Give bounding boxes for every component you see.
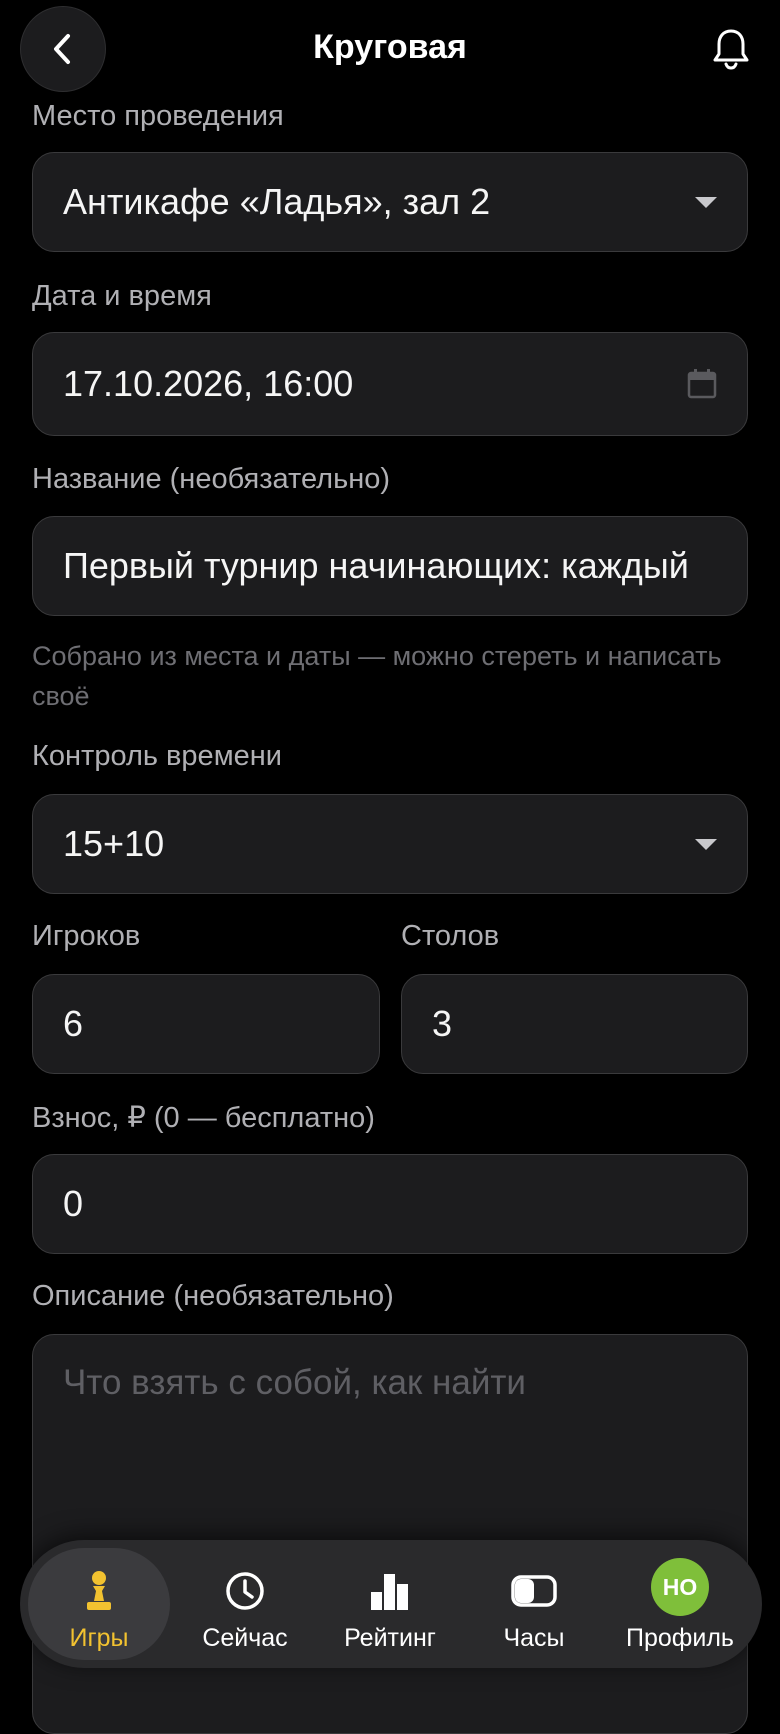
players-label: Игроков bbox=[32, 920, 141, 952]
bar-chart-icon bbox=[367, 1568, 413, 1614]
fee-value: 0 bbox=[63, 1183, 84, 1224]
tab-clock[interactable]: Часы bbox=[464, 1540, 604, 1668]
description-label: Описание (необязательно) bbox=[32, 1280, 394, 1312]
tab-bar: Игры Сейчас Рейтинг Часы НО Профиль bbox=[20, 1540, 762, 1668]
calendar-icon[interactable] bbox=[687, 369, 717, 399]
time-control-label: Контроль времени bbox=[32, 740, 282, 772]
notifications-button[interactable] bbox=[706, 24, 756, 74]
tab-clock-label: Часы bbox=[503, 1624, 565, 1652]
tab-games-label: Игры bbox=[69, 1624, 129, 1652]
tables-label: Столов bbox=[401, 920, 500, 952]
tables-input[interactable]: 3 bbox=[401, 974, 748, 1074]
top-bar: Круговая bbox=[0, 0, 780, 100]
tab-rating-label: Рейтинг bbox=[344, 1624, 436, 1652]
tab-rating[interactable]: Рейтинг bbox=[320, 1540, 460, 1668]
venue-label: Место проведения bbox=[32, 100, 284, 132]
players-value: 6 bbox=[63, 1003, 84, 1044]
page-title: Круговая bbox=[313, 28, 467, 66]
description-textarea[interactable]: Что взять с собой, как найти bbox=[32, 1334, 748, 1734]
bell-icon bbox=[713, 29, 749, 70]
datetime-value: 17.10.2026, 16:00 bbox=[63, 363, 354, 404]
clock-icon bbox=[222, 1568, 268, 1614]
tab-profile[interactable]: НО Профиль bbox=[610, 1540, 750, 1668]
tab-now-label: Сейчас bbox=[202, 1624, 288, 1652]
time-control-select[interactable]: 15+10 bbox=[32, 794, 748, 894]
venue-value: Антикафе «Ладья», зал 2 bbox=[63, 181, 491, 222]
name-value: Первый турнир начинающих: каждый bbox=[63, 545, 689, 586]
tab-now[interactable]: Сейчас bbox=[175, 1540, 315, 1668]
chess-clock-icon bbox=[511, 1568, 557, 1614]
tables-value: 3 bbox=[432, 1003, 453, 1044]
description-placeholder: Что взять с собой, как найти bbox=[63, 1363, 526, 1402]
name-hint: Собрано из места и даты — можно стереть … bbox=[32, 641, 722, 711]
datetime-label: Дата и время bbox=[32, 280, 212, 312]
tab-games[interactable]: Игры bbox=[29, 1540, 169, 1668]
dropdown-arrow-icon bbox=[695, 838, 717, 850]
time-control-value: 15+10 bbox=[63, 823, 165, 864]
players-input[interactable]: 6 bbox=[32, 974, 380, 1074]
pawn-icon bbox=[76, 1568, 122, 1614]
tab-profile-label: Профиль bbox=[626, 1624, 734, 1652]
name-input[interactable]: Первый турнир начинающих: каждый bbox=[32, 516, 748, 616]
datetime-input[interactable]: 17.10.2026, 16:00 bbox=[32, 332, 748, 436]
dropdown-arrow-icon bbox=[695, 196, 717, 208]
venue-select[interactable]: Антикафе «Ладья», зал 2 bbox=[32, 152, 748, 252]
name-label: Название (необязательно) bbox=[32, 463, 390, 495]
fee-input[interactable]: 0 bbox=[32, 1154, 748, 1254]
fee-label: Взнос, ₽ (0 — бесплатно) bbox=[32, 1102, 375, 1134]
avatar: НО bbox=[651, 1558, 709, 1616]
